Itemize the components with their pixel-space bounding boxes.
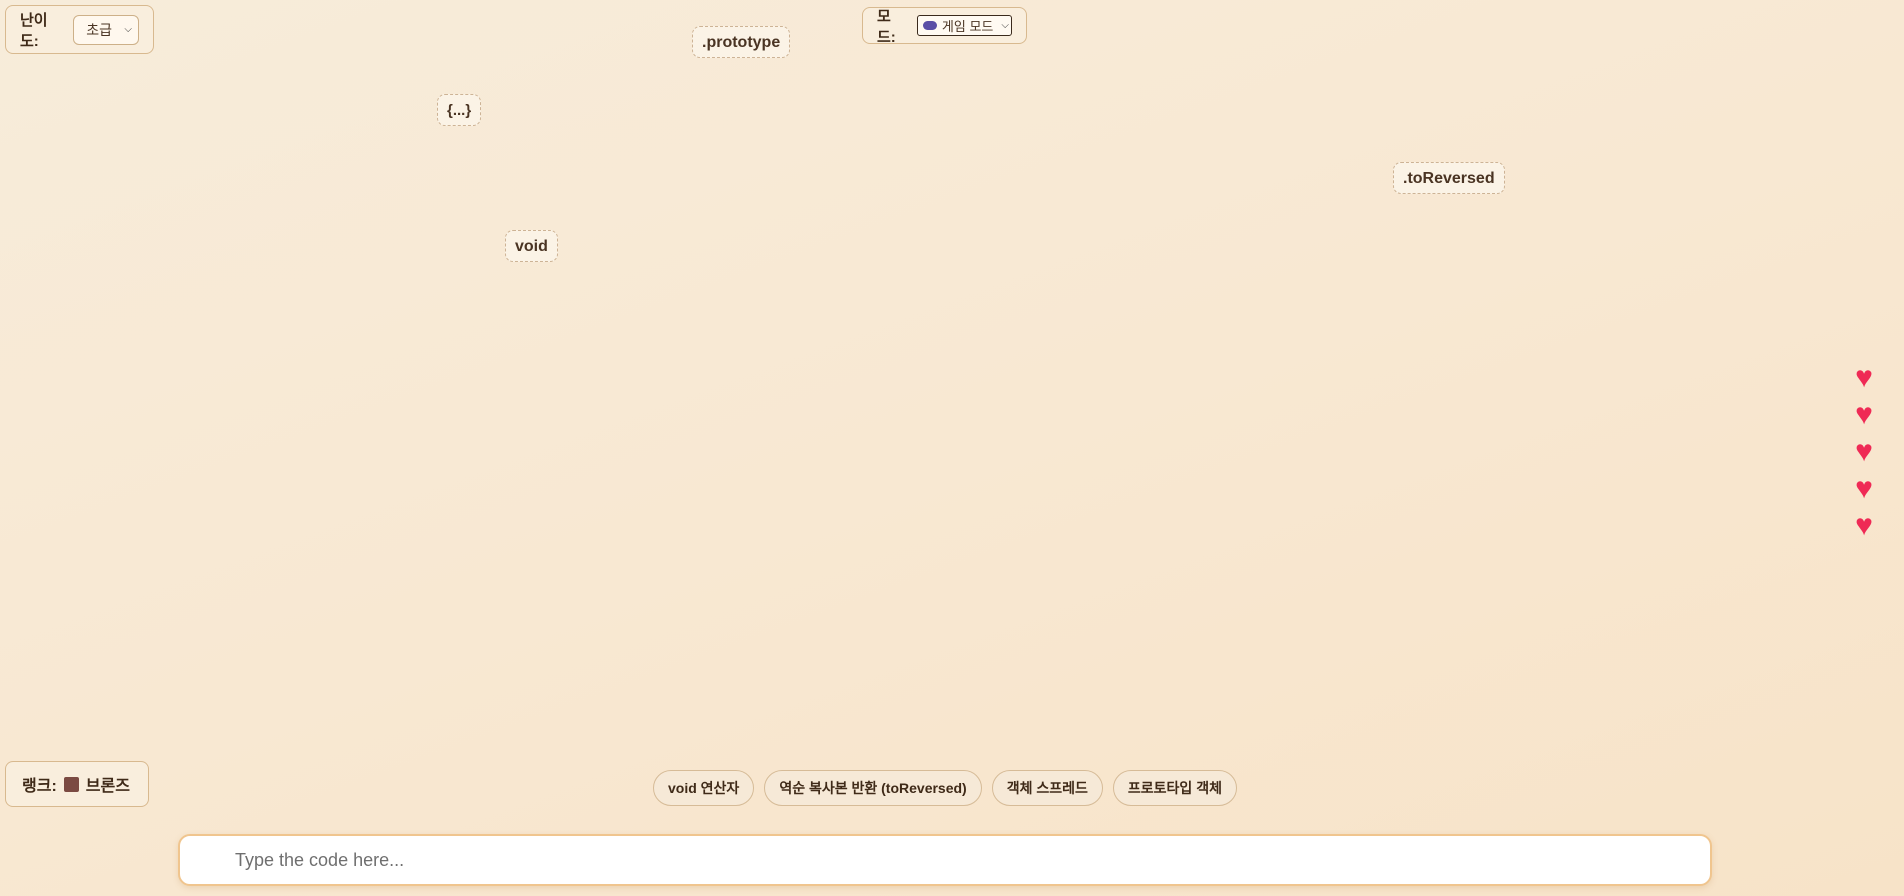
rank-label: 랭크:: [22, 778, 57, 795]
code-input[interactable]: [178, 834, 1712, 886]
difficulty-panel: 난이도: 초급 ⌵: [5, 5, 154, 54]
heart-icon: ♥: [1855, 398, 1873, 431]
mode-panel: 모드: 게임 모드 ⌵: [862, 7, 1027, 46]
difficulty-select[interactable]: 초급 ⌵: [73, 14, 139, 45]
heart-icon: ♥: [1855, 361, 1873, 394]
heart-icon: ♥: [1855, 509, 1873, 542]
hint-chip[interactable]: 객체 스프레드: [991, 770, 1103, 806]
difficulty-selected-value: 초급: [86, 21, 112, 38]
falling-word: void: [505, 230, 558, 262]
falling-word: .prototype: [692, 26, 791, 58]
heart-icon: ♥: [1855, 435, 1873, 468]
difficulty-label: 난이도:: [20, 11, 48, 50]
hint-chip[interactable]: 역순 복사본 반환 (toReversed): [764, 770, 982, 806]
gamepad-icon: [922, 21, 937, 30]
rank-panel: 랭크: 브론즈: [5, 761, 149, 807]
hint-chip[interactable]: void 연산자: [653, 770, 755, 806]
hint-chip[interactable]: 프로토타입 객체: [1112, 770, 1237, 806]
mode-selected-value: 게임 모드: [941, 19, 994, 34]
falling-word: .toReversed: [1393, 162, 1505, 194]
chevron-down-icon: ⌵: [124, 24, 132, 35]
heart-icon: ♥: [1855, 472, 1873, 505]
falling-word: {...}: [437, 94, 482, 126]
hint-list: void 연산자 역순 복사본 반환 (toReversed) 객체 스프레드 …: [653, 770, 1237, 806]
chevron-down-icon: ⌵: [1001, 20, 1009, 31]
rank-value: 브론즈: [85, 778, 130, 795]
bronze-badge-icon: [63, 776, 79, 792]
lives-indicator: ♥ ♥ ♥ ♥ ♥: [1848, 361, 1882, 542]
mode-label: 모드:: [877, 7, 896, 46]
mode-select[interactable]: 게임 모드 ⌵: [916, 15, 1012, 36]
